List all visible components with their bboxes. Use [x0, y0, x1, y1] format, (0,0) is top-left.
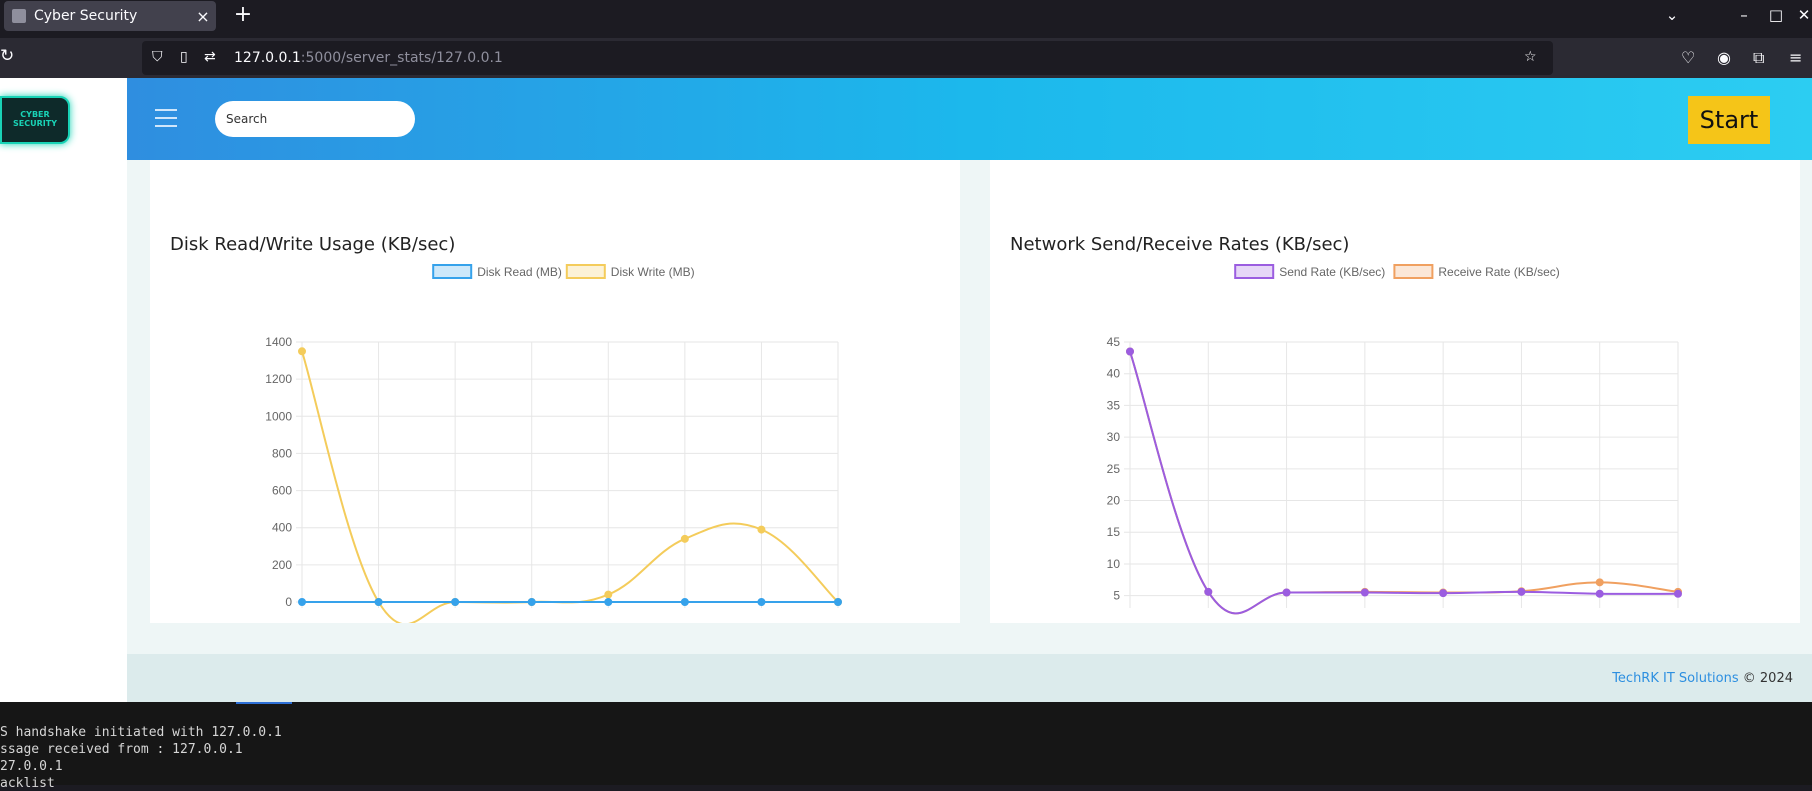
terminal-tab-indicator [236, 702, 292, 704]
data-point [1595, 589, 1604, 598]
y-tick-label: 15 [1107, 525, 1121, 539]
data-point [1126, 347, 1134, 356]
y-tick-label: 400 [272, 521, 292, 535]
app-menu-icon[interactable]: ≡ [1789, 48, 1802, 67]
data-point [374, 598, 383, 606]
series-line [301, 350, 839, 623]
y-tick-label: 1200 [265, 372, 292, 386]
tab-close-icon[interactable]: × [190, 7, 216, 26]
y-tick-label: 600 [272, 484, 292, 498]
hamburger-menu-icon[interactable] [155, 109, 177, 133]
extensions-icon[interactable]: ⧉ [1753, 48, 1764, 68]
terminal-line: 27.0.0.1 [0, 759, 63, 774]
sidebar: CYBER SECURITY [0, 78, 127, 702]
favicon-icon [12, 9, 26, 23]
window-close-icon[interactable]: ✕ [1786, 0, 1812, 30]
network-rates-card: Network Send/Receive Rates (KB/sec) 5 10 1… [990, 160, 1800, 623]
data-point [298, 598, 306, 606]
page-viewport: CYBER SECURITY Start Disk Read/Write Usa… [0, 78, 1812, 702]
y-tick-label: 200 [272, 558, 292, 572]
data-point [1204, 587, 1213, 596]
data-point [451, 598, 460, 606]
data-point [604, 598, 613, 606]
data-point [1517, 587, 1526, 596]
data-point [604, 590, 613, 599]
y-tick-label: 800 [272, 446, 292, 460]
network-rates-chart: 5 10 15 20 25 30 35 40 45 Send Rate (KB/sec) Recei… [1107, 264, 1682, 615]
data-point [680, 598, 689, 606]
account-icon[interactable]: ◉ [1717, 48, 1731, 67]
url-text[interactable]: 127.0.0.1:5000/server_stats/127.0.0.1 [234, 50, 503, 66]
browser-nav-bar: ↻ ⛉ ▯ ⇄ 127.0.0.1:5000/server_stats/127.… [0, 38, 1812, 78]
y-tick-label: 40 [1107, 367, 1121, 381]
connection-icon[interactable]: ⇄ [204, 49, 216, 65]
legend-swatch [1393, 264, 1434, 279]
legend-label: Send Rate (KB/sec) [1279, 265, 1385, 279]
y-tick-label: 45 [1107, 335, 1121, 349]
data-point [1360, 588, 1369, 597]
data-point [1674, 589, 1682, 598]
legend-label: Disk Write (MB) [611, 265, 695, 279]
terminal-line: acklist [0, 776, 55, 791]
page-info-icon[interactable]: ▯ [180, 49, 188, 65]
y-tick-label: 20 [1107, 494, 1121, 508]
terminal-line: S handshake initiated with 127.0.0.1 [0, 725, 282, 740]
footer-copyright: © 2024 [1738, 671, 1793, 686]
footer-company-link[interactable]: TechRK IT Solutions [1612, 671, 1738, 686]
data-point [834, 598, 842, 606]
y-tick-label: 25 [1107, 462, 1121, 476]
pocket-icon[interactable]: ♡ [1681, 48, 1695, 67]
legend-swatch [565, 264, 606, 279]
series-line [1129, 351, 1679, 615]
reload-icon[interactable]: ↻ [0, 46, 20, 66]
terminal-panel[interactable]: S handshake initiated with 127.0.0.1 ssa… [0, 702, 1812, 791]
tab-list-chevron-icon[interactable]: ⌄ [1654, 0, 1690, 30]
data-point [298, 347, 306, 356]
series-line [1129, 351, 1679, 615]
disk-usage-chart: 0 200 400 600 800 1000 1200 1400 Disk Read (MB) D… [265, 264, 842, 623]
y-tick-label: 35 [1107, 398, 1121, 412]
data-point [527, 598, 536, 606]
data-point [680, 534, 689, 543]
footer-text: TechRK IT Solutions © 2024 [1612, 671, 1793, 686]
shield-icon[interactable]: ⛉ [152, 49, 163, 65]
minimize-icon[interactable]: – [1726, 0, 1762, 30]
search-input[interactable] [215, 101, 415, 137]
data-point [757, 525, 766, 534]
y-tick-label: 5 [1113, 589, 1120, 603]
legend-swatch [432, 264, 473, 279]
terminal-line: ssage received from : 127.0.0.1 [0, 742, 243, 757]
top-header: Start [127, 78, 1812, 160]
data-point [1282, 588, 1291, 597]
logo[interactable]: CYBER SECURITY [0, 96, 70, 144]
y-tick-label: 10 [1107, 557, 1121, 571]
url-host: 127.0.0.1 [234, 50, 301, 66]
browser-tab-bar: Cyber Security × + ⌄ – □ ✕ [0, 0, 1812, 32]
url-path: :5000/server_stats/127.0.0.1 [300, 50, 503, 66]
url-bar[interactable]: ⛉ ▯ ⇄ 127.0.0.1:5000/server_stats/127.0.… [142, 41, 1553, 75]
bookmark-star-icon[interactable]: ☆ [1524, 49, 1537, 65]
y-tick-label: 1400 [265, 335, 292, 349]
footer: TechRK IT Solutions © 2024 [127, 654, 1812, 702]
y-tick-label: 0 [285, 595, 292, 609]
legend-label: Disk Read (MB) [477, 265, 562, 279]
data-point [1595, 578, 1604, 587]
y-tick-label: 1000 [265, 409, 292, 423]
start-button[interactable]: Start [1688, 96, 1770, 144]
new-tab-button[interactable]: + [230, 2, 256, 28]
legend-swatch [1234, 264, 1275, 279]
legend-label: Receive Rate (KB/sec) [1438, 265, 1559, 279]
data-point [1439, 589, 1448, 598]
disk-usage-card: Disk Read/Write Usage (KB/sec) 0 200 400 60… [150, 160, 960, 623]
tab-title: Cyber Security [34, 8, 138, 24]
browser-tab[interactable]: Cyber Security × [4, 1, 216, 31]
data-point [757, 598, 766, 606]
y-tick-label: 30 [1107, 430, 1121, 444]
